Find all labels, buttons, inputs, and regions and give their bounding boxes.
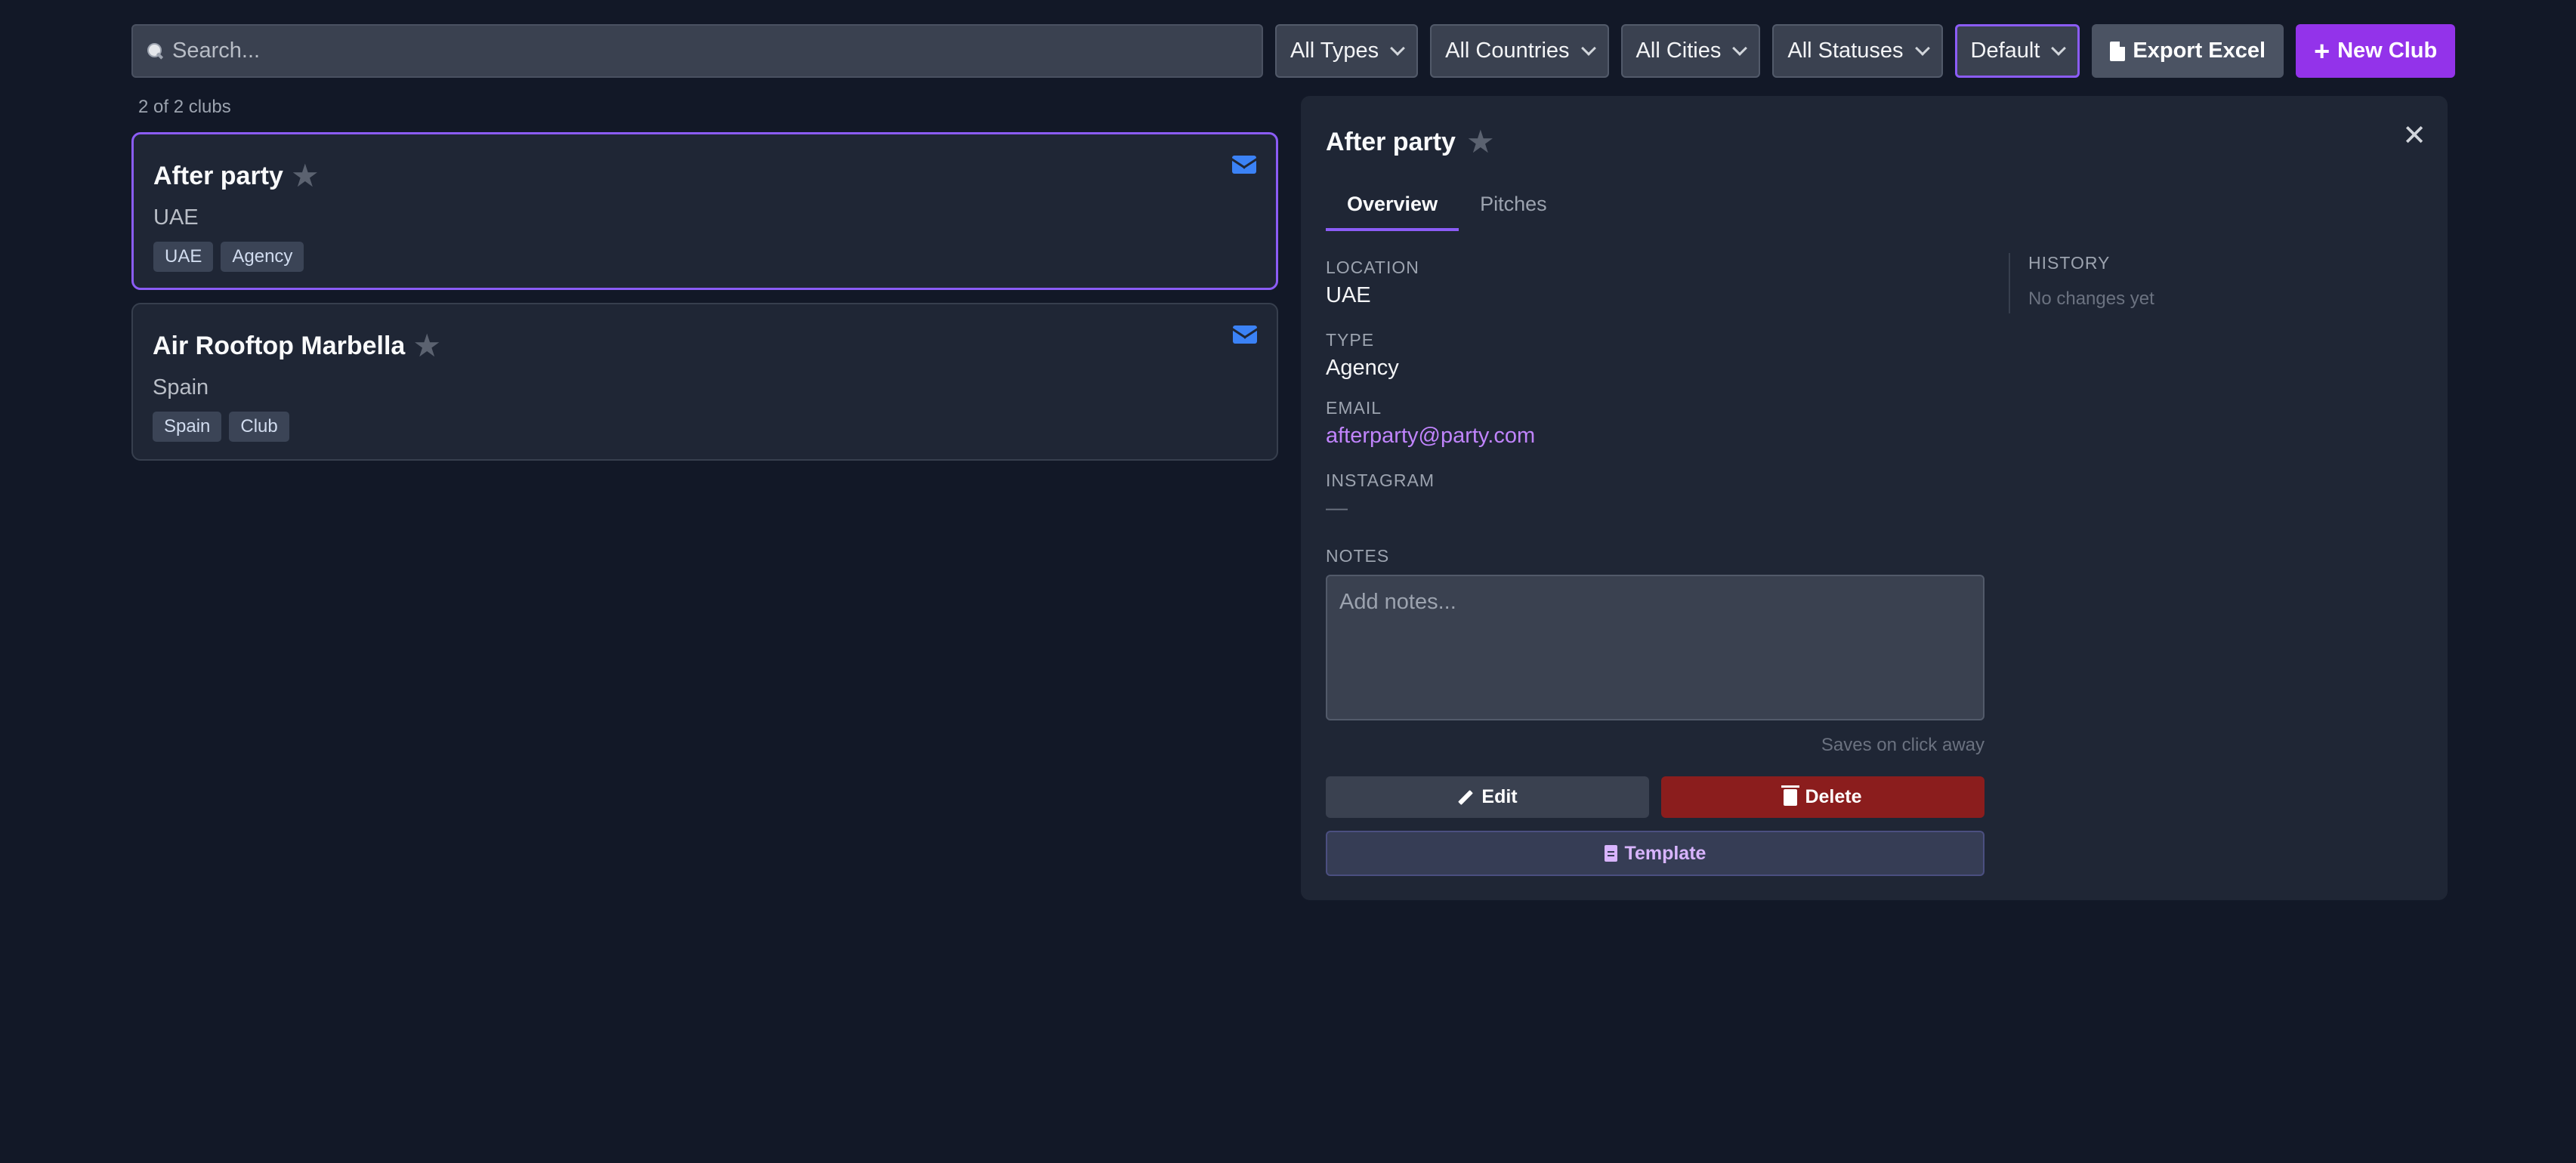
location-value: UAE bbox=[1326, 283, 1371, 307]
search-box[interactable] bbox=[131, 24, 1263, 78]
detail-title: After party ★ bbox=[1326, 126, 1495, 158]
sort-select[interactable]: Default bbox=[1954, 24, 2080, 78]
file-text-icon bbox=[1604, 845, 1617, 862]
instagram-value: — bbox=[1326, 496, 1348, 520]
chevron-down-icon bbox=[2051, 40, 2067, 56]
tab-pitches[interactable]: Pitches bbox=[1459, 193, 1568, 231]
club-card[interactable]: Air Rooftop Marbella ★ Spain Spain Club bbox=[131, 303, 1278, 461]
edit-button[interactable]: Edit bbox=[1326, 776, 1649, 818]
chevron-down-icon bbox=[1580, 40, 1596, 56]
delete-label: Delete bbox=[1805, 786, 1862, 807]
filter-cities-value: All Cities bbox=[1635, 39, 1722, 63]
tag-country: UAE bbox=[153, 242, 214, 272]
star-icon[interactable]: ★ bbox=[291, 160, 320, 192]
mail-icon[interactable] bbox=[1233, 325, 1257, 344]
star-icon[interactable]: ★ bbox=[1466, 126, 1495, 158]
club-country: Spain bbox=[153, 375, 209, 399]
type-value: Agency bbox=[1326, 356, 1399, 380]
club-name: After party bbox=[153, 161, 283, 190]
notes-textarea[interactable] bbox=[1326, 575, 1985, 720]
search-icon bbox=[145, 42, 165, 61]
results-count: 2 of 2 clubs bbox=[138, 97, 231, 117]
instagram-label: INSTAGRAM bbox=[1326, 470, 1435, 490]
club-card-title: After party ★ bbox=[153, 160, 320, 192]
export-excel-button[interactable]: Export Excel bbox=[2092, 24, 2284, 78]
filter-cities-select[interactable]: All Cities bbox=[1620, 24, 1761, 78]
chevron-down-icon bbox=[1732, 40, 1748, 56]
filter-types-select[interactable]: All Types bbox=[1275, 24, 1419, 78]
club-name: Air Rooftop Marbella bbox=[153, 331, 406, 360]
document-icon bbox=[2110, 41, 2126, 61]
chevron-down-icon bbox=[1390, 40, 1406, 56]
history-label: HISTORY bbox=[2028, 253, 2111, 273]
club-card[interactable]: After party ★ UAE UAE Agency bbox=[131, 132, 1278, 290]
email-link[interactable]: afterparty@party.com bbox=[1326, 424, 1535, 449]
filter-types-value: All Types bbox=[1290, 39, 1379, 63]
delete-button[interactable]: Delete bbox=[1661, 776, 1985, 818]
location-label: LOCATION bbox=[1326, 258, 1419, 277]
template-label: Template bbox=[1624, 842, 1707, 864]
star-icon[interactable]: ★ bbox=[412, 330, 441, 362]
detail-club-name: After party bbox=[1326, 127, 1456, 156]
saves-hint: Saves on click away bbox=[1821, 735, 1985, 755]
template-button[interactable]: Template bbox=[1326, 831, 1985, 876]
club-tags: UAE Agency bbox=[153, 242, 304, 272]
toolbar: All Types All Countries All Cities All S… bbox=[131, 24, 2456, 78]
trash-icon bbox=[1781, 785, 1800, 806]
chevron-down-icon bbox=[1914, 40, 1930, 56]
filter-statuses-value: All Statuses bbox=[1787, 39, 1904, 63]
mail-icon[interactable] bbox=[1232, 156, 1256, 174]
pencil-icon bbox=[1458, 789, 1474, 805]
club-tags: Spain Club bbox=[153, 412, 289, 442]
export-excel-label: Export Excel bbox=[2133, 39, 2266, 63]
club-detail-panel: After party ★ ✕ Overview Pitches LOCATIO… bbox=[1301, 96, 2448, 900]
tag-country: Spain bbox=[153, 412, 222, 442]
type-label: TYPE bbox=[1326, 330, 1375, 350]
history-empty: No changes yet bbox=[2028, 288, 2154, 309]
filter-countries-value: All Countries bbox=[1445, 39, 1570, 63]
notes-label: NOTES bbox=[1326, 546, 1390, 566]
app-root: All Types All Countries All Cities All S… bbox=[0, 0, 2576, 1163]
filter-countries-select[interactable]: All Countries bbox=[1430, 24, 1609, 78]
email-label: EMAIL bbox=[1326, 398, 1382, 418]
filter-statuses-select[interactable]: All Statuses bbox=[1772, 24, 1943, 78]
plus-icon: + bbox=[2314, 35, 2330, 66]
tag-type: Agency bbox=[221, 242, 304, 272]
search-input[interactable] bbox=[172, 39, 1249, 63]
tag-type: Club bbox=[229, 412, 289, 442]
club-country: UAE bbox=[153, 205, 199, 230]
sort-value: Default bbox=[1970, 39, 2040, 63]
new-club-label: New Club bbox=[2337, 39, 2438, 63]
new-club-button[interactable]: + New Club bbox=[2296, 24, 2456, 78]
history-section: HISTORY No changes yet bbox=[2009, 253, 2154, 313]
club-card-title: Air Rooftop Marbella ★ bbox=[153, 330, 441, 362]
edit-label: Edit bbox=[1481, 786, 1518, 807]
detail-tabs: Overview Pitches bbox=[1326, 193, 1568, 231]
close-icon[interactable]: ✕ bbox=[2402, 122, 2426, 150]
tab-overview[interactable]: Overview bbox=[1326, 193, 1459, 231]
